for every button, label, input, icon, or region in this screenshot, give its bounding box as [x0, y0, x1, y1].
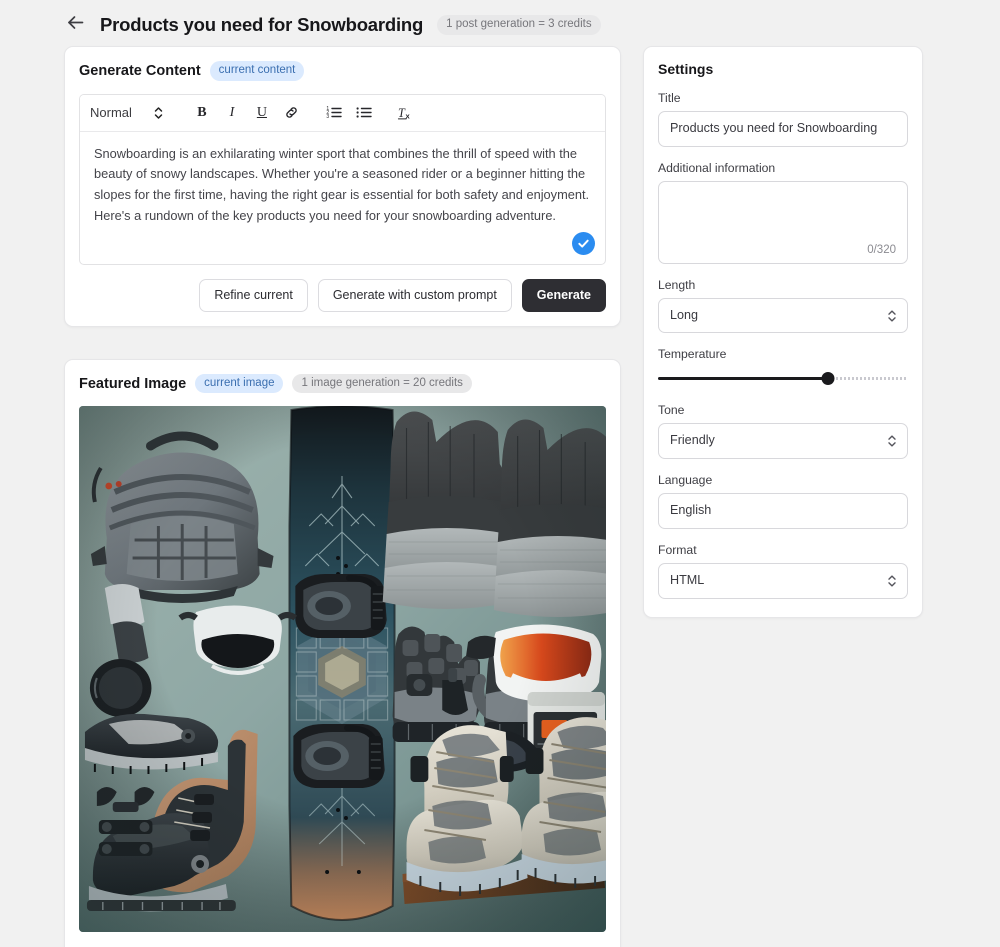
additional-information-wrapper: 0/320	[658, 180, 908, 264]
title-input[interactable]	[659, 112, 907, 146]
list-button-group: 1 2 3	[313, 102, 385, 124]
character-counter: 0/320	[867, 243, 896, 256]
clear-format-group: T x	[385, 102, 427, 124]
editor-text-area[interactable]: Snowboarding is an exhilarating winter s…	[80, 132, 605, 233]
rich-text-editor: Normal B I U 1 2 3 T x Snowboarding is a…	[79, 93, 606, 266]
snowboard-gear-illustration	[79, 406, 606, 933]
ordered-list-icon[interactable]: 1 2 3	[323, 102, 345, 124]
featured-image-preview[interactable]	[79, 406, 606, 933]
bold-icon[interactable]: B	[191, 102, 213, 124]
slider-thumb[interactable]	[821, 371, 835, 385]
language-field: Language	[658, 473, 908, 529]
settings-column: Settings Title Additional information 0/…	[643, 46, 923, 618]
link-icon[interactable]	[281, 102, 303, 124]
tone-select-wrapper[interactable]: Friendly	[658, 423, 908, 460]
svg-text:3: 3	[326, 114, 329, 120]
format-select-value: HTML	[670, 572, 705, 587]
additional-information-label: Additional information	[658, 160, 776, 175]
tone-select-value: Friendly	[670, 433, 715, 448]
length-field: Length Long	[658, 278, 908, 334]
temperature-label: Temperature	[658, 347, 727, 362]
arrow-left-icon	[67, 15, 84, 35]
page-title: Products you need for Snowboarding	[100, 14, 424, 35]
length-select-value: Long	[670, 307, 699, 322]
check-circle-icon[interactable]	[572, 232, 595, 256]
content-action-buttons: Refine current Generate with custom prom…	[79, 279, 606, 312]
tone-label: Tone	[658, 403, 685, 418]
language-input[interactable]	[659, 494, 907, 528]
format-select-wrapper[interactable]: HTML	[658, 562, 908, 599]
generate-content-title: Generate Content	[79, 62, 201, 79]
format-label: Format	[658, 542, 697, 557]
post-credits-badge: 1 post generation = 3 credits	[437, 15, 601, 35]
language-label: Language	[658, 473, 713, 488]
featured-image-title: Featured Image	[79, 375, 187, 392]
generate-custom-prompt-button[interactable]: Generate with custom prompt	[317, 279, 512, 312]
title-field: Title	[658, 91, 908, 147]
page-header: Products you need for Snowboarding 1 pos…	[0, 0, 1000, 46]
page-body: Generate Content current content Normal	[0, 46, 1000, 947]
featured-image-card: Featured Image current image 1 image gen…	[64, 358, 621, 947]
generate-content-card: Generate Content current content Normal	[64, 46, 621, 327]
refine-current-button[interactable]: Refine current	[199, 279, 308, 312]
current-content-badge: current content	[209, 61, 305, 81]
image-credits-badge: 1 image generation = 20 credits	[292, 373, 472, 394]
title-input-wrapper	[658, 111, 908, 147]
title-label: Title	[658, 91, 681, 105]
slider-remaining-track	[828, 376, 908, 380]
text-style-value: Normal	[90, 105, 132, 120]
slider-filled-track	[658, 376, 828, 380]
additional-information-field: Additional information 0/320	[658, 161, 908, 264]
clear-format-icon[interactable]: T x	[395, 102, 417, 124]
tone-field: Tone Friendly	[658, 403, 908, 460]
text-style-select[interactable]: Normal	[90, 105, 181, 120]
generate-content-button[interactable]: Generate	[521, 279, 606, 312]
featured-image-header: Featured Image current image 1 image gen…	[79, 373, 606, 394]
generate-content-header: Generate Content current content	[79, 61, 606, 81]
settings-title: Settings	[658, 61, 714, 77]
italic-icon[interactable]: I	[221, 102, 243, 124]
editor-footer	[80, 232, 605, 264]
temperature-slider[interactable]	[658, 367, 908, 389]
format-field: Format HTML	[658, 543, 908, 599]
length-label: Length	[658, 277, 696, 292]
length-select-wrapper[interactable]: Long	[658, 297, 908, 334]
main-column: Generate Content current content Normal	[64, 46, 621, 947]
chevron-updown-icon	[154, 106, 163, 120]
editor-toolbar: Normal B I U 1 2 3 T x	[80, 94, 605, 132]
back-button[interactable]	[64, 14, 86, 36]
current-image-badge: current image	[195, 373, 284, 394]
settings-panel: Settings Title Additional information 0/…	[643, 46, 923, 618]
temperature-field: Temperature	[658, 347, 908, 389]
format-button-group: B I U	[181, 102, 313, 124]
underline-icon[interactable]: U	[251, 102, 273, 124]
bullet-list-icon[interactable]	[353, 102, 375, 124]
language-input-wrapper	[658, 493, 908, 529]
